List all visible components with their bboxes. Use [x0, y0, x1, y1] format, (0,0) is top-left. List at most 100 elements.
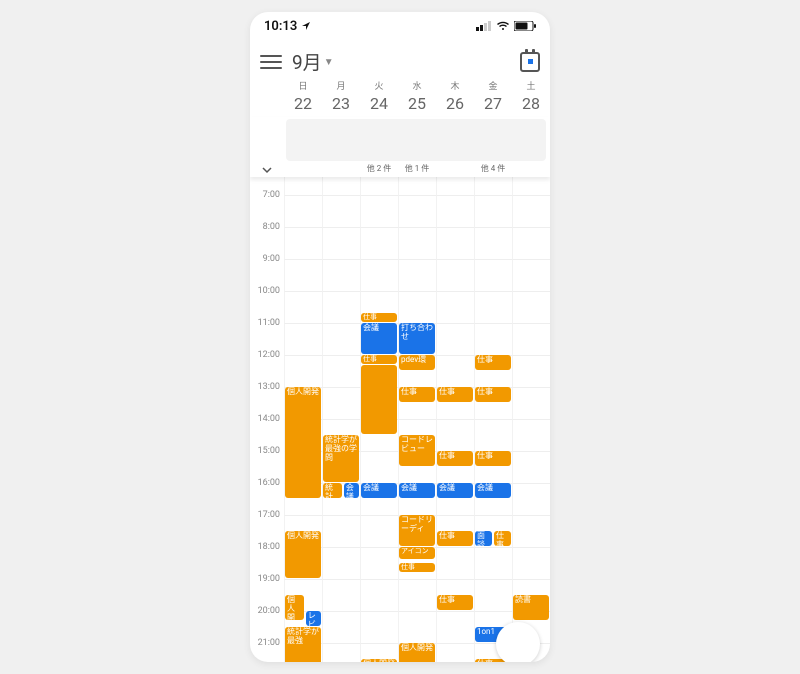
day-header-col[interactable]: 月23	[322, 79, 360, 117]
hour-cell[interactable]	[512, 195, 550, 227]
day-header-col[interactable]: 金27	[474, 79, 512, 117]
hour-cell[interactable]	[360, 177, 398, 195]
calendar-event[interactable]: 仕事	[494, 531, 511, 546]
calendar-event[interactable]: 個人開発	[285, 531, 321, 578]
add-event-fab[interactable]	[496, 622, 540, 662]
day-header-col[interactable]: 木26	[436, 79, 474, 117]
hour-cell[interactable]	[322, 259, 360, 291]
hour-cell[interactable]	[474, 291, 512, 323]
calendar-event[interactable]: 会議	[399, 483, 435, 498]
allday-overflow-cell[interactable]: 他 1 件	[398, 163, 436, 175]
hour-cell[interactable]	[474, 419, 512, 451]
hour-cell[interactable]	[436, 259, 474, 291]
hour-cell[interactable]	[512, 177, 550, 195]
hour-cell[interactable]	[360, 515, 398, 547]
hour-cell[interactable]	[360, 451, 398, 483]
hour-cell[interactable]	[474, 177, 512, 195]
hour-cell[interactable]	[474, 579, 512, 611]
hour-cell[interactable]	[512, 259, 550, 291]
calendar-event[interactable]: 個人開発	[285, 387, 321, 498]
calendar-event[interactable]: 仕事	[475, 451, 511, 466]
day-header-col[interactable]: 水25	[398, 79, 436, 117]
calendar-event[interactable]: 会議	[361, 483, 397, 498]
hour-cell[interactable]	[512, 515, 550, 547]
calendar-event[interactable]: 会議	[475, 483, 511, 498]
hour-cell[interactable]	[436, 227, 474, 259]
hour-cell[interactable]	[322, 387, 360, 419]
hour-cell[interactable]	[322, 643, 360, 662]
allday-overflow-cell[interactable]: 他 4 件	[474, 163, 512, 175]
today-icon[interactable]	[520, 52, 540, 72]
hour-cell[interactable]	[284, 227, 322, 259]
hour-cell[interactable]	[322, 547, 360, 579]
hour-cell[interactable]	[322, 227, 360, 259]
calendar-event[interactable]: コードリーディ	[399, 515, 435, 546]
calendar-event[interactable]: レビュー	[306, 611, 321, 626]
hour-cell[interactable]	[322, 177, 360, 195]
allday-overflow-cell[interactable]: 他 2 件	[360, 163, 398, 175]
hour-cell[interactable]	[512, 547, 550, 579]
hour-cell[interactable]	[512, 419, 550, 451]
month-picker[interactable]: 9月 ▼	[292, 48, 334, 75]
hour-cell[interactable]	[474, 227, 512, 259]
hour-cell[interactable]	[512, 483, 550, 515]
hour-cell[interactable]	[284, 259, 322, 291]
hour-cell[interactable]	[322, 515, 360, 547]
hour-cell[interactable]	[360, 259, 398, 291]
hour-cell[interactable]	[512, 355, 550, 387]
hour-cell[interactable]	[474, 547, 512, 579]
hour-cell[interactable]	[512, 387, 550, 419]
allday-event-block[interactable]	[286, 119, 546, 161]
day-header-col[interactable]: 火24	[360, 79, 398, 117]
hour-cell[interactable]	[360, 547, 398, 579]
hour-cell[interactable]	[398, 291, 436, 323]
calendar-event[interactable]: 統計学が最強	[285, 627, 321, 662]
hour-cell[interactable]	[284, 355, 322, 387]
calendar-event[interactable]: 仕事	[399, 387, 435, 402]
calendar-event[interactable]: 統計	[323, 483, 342, 498]
calendar-event[interactable]: 仕事	[437, 387, 473, 402]
calendar-event[interactable]: 読書	[513, 595, 549, 620]
hour-cell[interactable]	[474, 259, 512, 291]
calendar-event[interactable]: 仕事	[475, 387, 511, 402]
calendar-event[interactable]: アイコン	[399, 547, 435, 559]
calendar-event[interactable]: 個人開発	[361, 659, 397, 662]
calendar-event[interactable]	[361, 365, 397, 434]
hour-cell[interactable]	[436, 547, 474, 579]
hour-cell[interactable]	[474, 323, 512, 355]
hour-cell[interactable]	[360, 195, 398, 227]
hour-cell[interactable]	[398, 195, 436, 227]
hour-cell[interactable]	[398, 579, 436, 611]
hour-cell[interactable]	[436, 195, 474, 227]
calendar-event[interactable]: 会議	[437, 483, 473, 498]
calendar-event[interactable]: 打ち合わせ	[399, 323, 435, 354]
hour-cell[interactable]	[322, 579, 360, 611]
calendar-event[interactable]: 仕事	[437, 531, 473, 546]
calendar-event[interactable]: 会議	[344, 483, 359, 498]
hour-cell[interactable]	[360, 611, 398, 643]
hour-cell[interactable]	[284, 323, 322, 355]
menu-icon[interactable]	[260, 51, 282, 73]
calendar-event[interactable]: 個人開発	[285, 595, 304, 620]
hour-cell[interactable]	[436, 355, 474, 387]
hour-cell[interactable]	[284, 291, 322, 323]
calendar-event[interactable]: 仕事	[437, 451, 473, 466]
calendar-event[interactable]: 仕事	[361, 355, 397, 364]
hour-cell[interactable]	[322, 355, 360, 387]
calendar-event[interactable]: 会議	[361, 323, 397, 354]
calendar-event[interactable]: 個人開発	[399, 643, 435, 662]
day-header-col[interactable]: 日22	[284, 79, 322, 117]
calendar-event[interactable]: 仕事	[475, 355, 511, 370]
hour-cell[interactable]	[436, 177, 474, 195]
hour-cell[interactable]	[436, 419, 474, 451]
hour-cell[interactable]	[436, 291, 474, 323]
hour-cell[interactable]	[284, 177, 322, 195]
hours-grid[interactable]: 6:007:008:009:0010:0011:0012:0013:0014:0…	[250, 177, 550, 662]
hour-cell[interactable]	[398, 177, 436, 195]
hour-cell[interactable]	[436, 611, 474, 643]
hour-cell[interactable]	[360, 227, 398, 259]
hour-cell[interactable]	[360, 579, 398, 611]
calendar-event[interactable]: 面談	[475, 531, 492, 546]
calendar-event[interactable]: 統計学が最強の学問	[323, 435, 359, 482]
hour-cell[interactable]	[398, 611, 436, 643]
